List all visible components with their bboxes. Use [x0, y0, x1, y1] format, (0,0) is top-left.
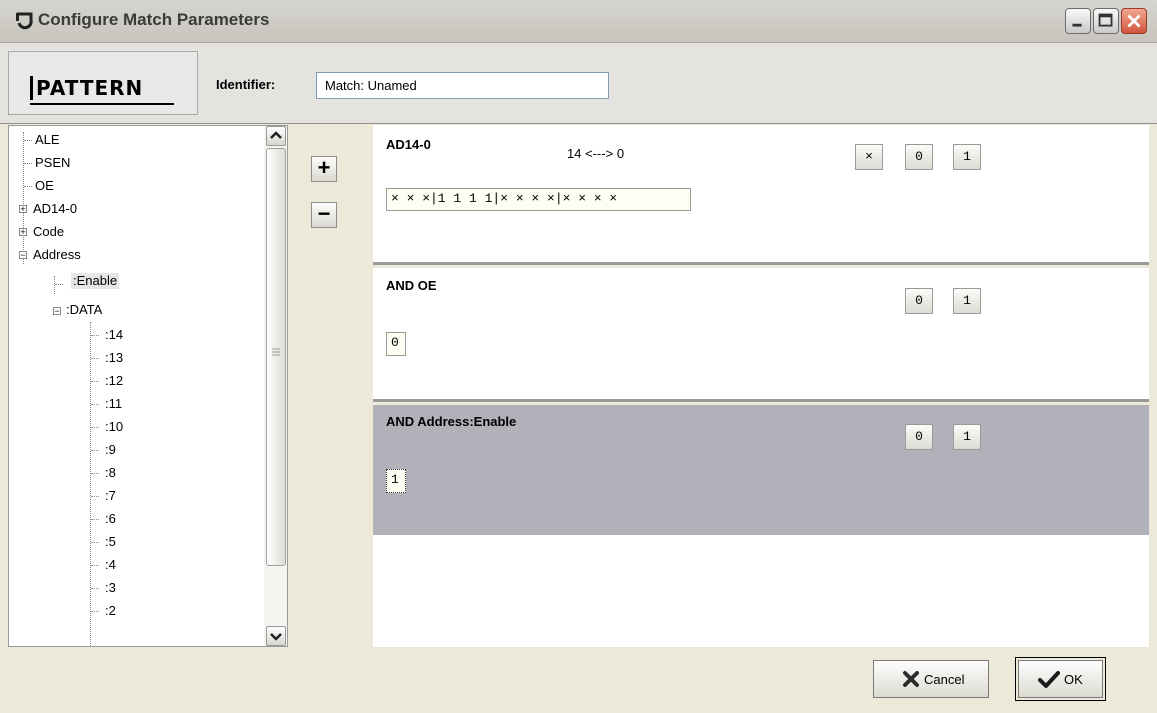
scroll-down-button[interactable]: [266, 626, 286, 646]
tree-item[interactable]: :7: [105, 488, 116, 504]
add-button[interactable]: +: [311, 156, 337, 182]
bits-field[interactable]: × × ×|1 1 1 1|× × × ×|× × × ×: [386, 188, 691, 211]
condition-panel-selected[interactable]: AND Address:Enable 0 1 1: [373, 405, 1149, 535]
tree-item[interactable]: Address: [33, 247, 81, 263]
tree-item[interactable]: :3: [105, 580, 116, 596]
tree-item[interactable]: :8: [105, 465, 116, 481]
cancel-icon: [903, 671, 919, 687]
title-bar[interactable]: Configure Match Parameters: [0, 0, 1157, 43]
set-x-button[interactable]: ×: [855, 144, 883, 170]
tree-item[interactable]: AD14-0: [33, 201, 77, 217]
tree-item[interactable]: Code: [33, 224, 64, 240]
identifier-label: Identifier:: [216, 77, 276, 92]
window-title: Configure Match Parameters: [38, 10, 270, 29]
tree-item[interactable]: :12: [105, 373, 123, 389]
tree-item[interactable]: :5: [105, 534, 116, 550]
identifier-input[interactable]: [316, 72, 609, 99]
minimize-icon: [1072, 23, 1082, 27]
ok-button[interactable]: OK: [1018, 660, 1103, 698]
set-1-button[interactable]: 1: [953, 144, 981, 170]
panel-title: AND Address:Enable: [386, 414, 517, 429]
set-0-button[interactable]: 0: [905, 288, 933, 314]
set-0-button[interactable]: 0: [905, 144, 933, 170]
tree-item[interactable]: :9: [105, 442, 116, 458]
collapse-icon[interactable]: −: [53, 307, 61, 316]
bits-field[interactable]: 1: [386, 469, 406, 493]
close-button[interactable]: [1121, 8, 1147, 34]
maximize-button[interactable]: [1093, 8, 1119, 34]
panel-title: AD14-0: [386, 137, 431, 152]
tree-item[interactable]: ALE: [35, 132, 60, 148]
close-icon: [1127, 14, 1141, 28]
chevron-up-icon: [270, 131, 282, 139]
tree-scrollbar[interactable]: [264, 126, 287, 646]
collapse-icon[interactable]: −: [19, 251, 27, 260]
pattern-logo-box: PATTERN: [8, 51, 198, 115]
grip-icon: [272, 348, 280, 356]
expand-icon[interactable]: +: [19, 228, 27, 237]
set-0-button[interactable]: 0: [905, 424, 933, 450]
set-1-button[interactable]: 1: [953, 424, 981, 450]
tree-item[interactable]: :2: [105, 603, 116, 619]
tree-item[interactable]: :13: [105, 350, 123, 366]
scroll-up-button[interactable]: [266, 126, 286, 146]
tree-item[interactable]: :6: [105, 511, 116, 527]
maximize-icon: [1098, 13, 1113, 27]
bits-field[interactable]: 0: [386, 332, 406, 356]
chevron-down-icon: [270, 633, 282, 641]
pattern-logo-text: PATTERN: [36, 76, 144, 100]
minimize-button[interactable]: [1065, 8, 1091, 34]
tree-item[interactable]: PSEN: [35, 155, 70, 171]
remove-button[interactable]: −: [311, 202, 337, 228]
bit-range: 14 <---> 0: [567, 146, 625, 161]
scroll-thumb[interactable]: [266, 148, 286, 566]
set-1-button[interactable]: 1: [953, 288, 981, 314]
tree-item[interactable]: :10: [105, 419, 123, 435]
condition-panel[interactable]: AND OE 0 1 0: [373, 268, 1149, 402]
tree-item[interactable]: OE: [35, 178, 54, 194]
header-bar: PATTERN Identifier:: [0, 43, 1157, 124]
pattern-logo: PATTERN: [30, 76, 174, 105]
tree-item[interactable]: :11: [105, 396, 122, 412]
tree-item[interactable]: :DATA: [66, 302, 102, 318]
condition-panel[interactable]: AD14-0 14 <---> 0 × 0 1 × × ×|1 1 1 1|× …: [373, 125, 1149, 265]
signal-tree[interactable]: ALE PSEN OE + AD14-0 + Code − Address :E…: [8, 125, 288, 647]
expand-icon[interactable]: +: [19, 205, 27, 214]
panels-empty-area: [373, 535, 1149, 647]
ok-label: OK: [1064, 672, 1083, 687]
checkmark-icon: [1038, 671, 1060, 688]
tree-item[interactable]: :4: [105, 557, 116, 573]
cancel-label: Cancel: [924, 672, 965, 687]
app-icon: [16, 12, 33, 30]
tree-item[interactable]: :14: [105, 327, 123, 343]
tree-item-selected[interactable]: :Enable: [71, 273, 120, 289]
panel-title: AND OE: [386, 278, 437, 293]
cancel-button[interactable]: Cancel: [873, 660, 989, 698]
